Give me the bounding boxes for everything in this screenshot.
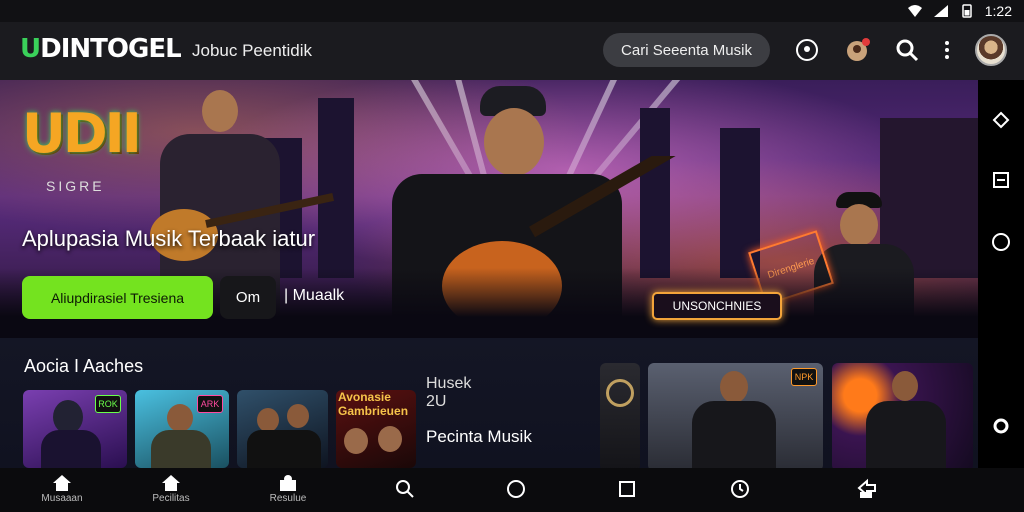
battery-icon — [962, 4, 972, 18]
home-icon — [53, 475, 71, 491]
album-thumbnail-large[interactable]: NPK — [648, 363, 823, 471]
album-cover-featured[interactable]: Avonasie Gambrieuen — [336, 390, 416, 468]
home-circle-icon[interactable] — [505, 478, 527, 500]
home-circle-icon[interactable] — [989, 230, 1013, 254]
search-button[interactable]: Cari Seeenta Musik — [603, 33, 770, 67]
feature-subtitle: Pecinta Musik — [426, 427, 532, 446]
guitar-icon — [150, 193, 334, 261]
app-logo[interactable]: UDINTOGEL — [20, 34, 182, 64]
status-bar: 1:22 — [0, 0, 1024, 22]
hero-logo: UDII — [22, 102, 142, 165]
side-thumbnail[interactable] — [600, 363, 640, 471]
album-thumbnail[interactable] — [237, 390, 328, 468]
signal-icon — [933, 5, 948, 17]
album-thumbnail[interactable]: ROK — [23, 390, 127, 468]
app-header: UDINTOGEL Jobuc Peentidik Cari Seeenta M… — [0, 22, 1024, 80]
more-vert-icon[interactable] — [934, 37, 960, 63]
home-icon — [162, 475, 180, 491]
hero-banner[interactable]: Direnglerie UDII SIGRE Aplupasia Musik T… — [0, 80, 978, 338]
status-time: 1:22 — [984, 3, 1012, 19]
search-icon[interactable] — [894, 37, 920, 63]
square-icon[interactable] — [989, 168, 1013, 192]
nav-item-profile[interactable]: Resulue — [248, 474, 328, 504]
thumb-badge: NPK — [791, 368, 817, 386]
side-navigation-bar — [978, 80, 1024, 468]
bottom-navigation: Musaaan Pecilitas Resulue — [0, 468, 1024, 512]
history-icon[interactable] — [729, 478, 751, 500]
user-icon — [280, 475, 296, 491]
wifi-icon — [907, 5, 922, 17]
circle-dot-icon[interactable] — [989, 414, 1013, 438]
hero-logo-subtitle: SIGRE — [46, 178, 105, 194]
hero-title: Aplupasia Musik Terbaak iatur — [22, 226, 316, 251]
album-thumbnail[interactable]: ARK — [135, 390, 229, 468]
nav-item-home[interactable]: Musaaan — [22, 474, 102, 504]
back-diamond-icon[interactable] — [989, 108, 1013, 132]
secondary-button[interactable]: Om — [220, 276, 276, 319]
search-icon[interactable] — [394, 478, 416, 500]
avatar[interactable] — [975, 34, 1007, 66]
section-title: Aocia I Aaches — [24, 356, 144, 376]
album-thumbnail-large[interactable] — [832, 363, 973, 471]
notification-avatar-icon[interactable] — [845, 37, 871, 63]
hero-link[interactable]: | Muaalk — [284, 287, 344, 305]
album-cover-text: Avonasie Gambrieuen — [338, 390, 409, 418]
thumb-badge: ROK — [95, 395, 121, 413]
recents-square-icon[interactable] — [616, 478, 638, 500]
content-section: Aocia I Aaches ROK ARK Avonasie Gambrieu… — [0, 338, 978, 471]
thumb-badge: ARK — [197, 395, 223, 413]
location-pin-icon[interactable] — [794, 37, 820, 63]
feature-title[interactable]: Husek 2U — [426, 375, 471, 411]
nav-item-library[interactable]: Pecilitas — [131, 474, 211, 504]
share-icon[interactable] — [856, 478, 878, 500]
header-title: Jobuc Peentidik — [192, 41, 313, 60]
neon-sign-button[interactable]: UNSONCHNIES — [652, 292, 782, 320]
primary-cta-button[interactable]: Aliupdirasiel Tresiena — [22, 276, 213, 319]
